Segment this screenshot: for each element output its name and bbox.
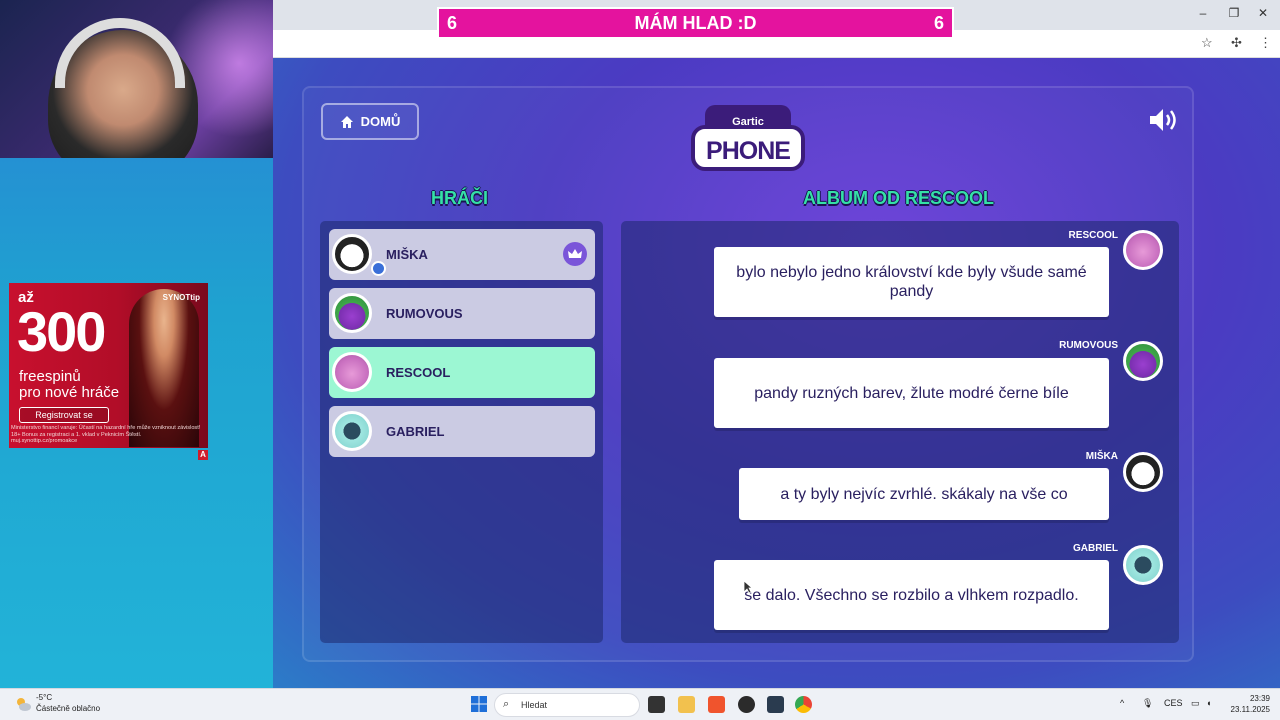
speaker-icon[interactable] bbox=[1148, 106, 1180, 134]
panda-avatar bbox=[332, 234, 372, 274]
windows-start-icon[interactable] bbox=[471, 696, 487, 712]
weather-description: Částečně oblačno bbox=[36, 704, 101, 713]
clock-date: 23.11.2025 bbox=[1230, 705, 1270, 714]
gartic-phone-logo: Gartic PHONE bbox=[687, 103, 809, 176]
album-author: RESCOOL bbox=[1068, 230, 1118, 241]
file-explorer-icon[interactable] bbox=[678, 696, 695, 713]
app-icon[interactable] bbox=[767, 696, 784, 713]
robot-avatar bbox=[332, 411, 372, 451]
album-entry: pandy ruzných barev, žlute modré černe b… bbox=[714, 358, 1109, 428]
bookmark-star-icon[interactable]: ☆ bbox=[1201, 35, 1213, 51]
system-clock[interactable]: 23:39 23.11.2025 bbox=[1228, 693, 1270, 715]
green-monster-avatar bbox=[332, 293, 372, 333]
search-placeholder: Hledat bbox=[521, 700, 548, 710]
banner-title: MÁM HLAD :D bbox=[634, 13, 757, 33]
home-button[interactable]: DOMŮ bbox=[321, 103, 419, 140]
mouse-cursor-icon bbox=[743, 580, 753, 594]
restore-icon[interactable]: ❐ bbox=[1224, 6, 1244, 20]
advertisement[interactable]: až 300 SYNOTtip freespinů pro nové hráče… bbox=[9, 283, 208, 448]
weather-temperature: -5°C bbox=[36, 693, 53, 702]
ad-brand: SYNOTtip bbox=[162, 293, 200, 302]
home-button-label: DOMŮ bbox=[360, 114, 401, 129]
player-row-gabriel[interactable]: GABRIEL bbox=[329, 406, 595, 457]
green-monster-avatar bbox=[1123, 341, 1163, 381]
player-name: MIŠKA bbox=[386, 247, 428, 262]
home-icon bbox=[340, 115, 353, 128]
player-name: GABRIEL bbox=[386, 424, 445, 439]
album-author: GABRIEL bbox=[1073, 543, 1118, 554]
volume-icon[interactable]: ◖ bbox=[1206, 698, 1211, 708]
ad-badge: A bbox=[198, 450, 208, 460]
network-icon[interactable]: ▭ bbox=[1191, 698, 1200, 709]
taskbar: -5°C Částečně oblačno ⌕ Hledat ^ 🎙 CES ▭… bbox=[0, 688, 1280, 720]
banner-right-count: 6 bbox=[933, 13, 944, 33]
player-name: RESCOOL bbox=[386, 365, 451, 380]
players-heading: HRÁČI bbox=[431, 188, 488, 208]
crown-icon bbox=[563, 242, 587, 266]
player-row-miska[interactable]: MIŠKA bbox=[329, 229, 595, 280]
brave-browser-icon[interactable] bbox=[708, 696, 725, 713]
language-indicator[interactable]: CES bbox=[1164, 698, 1183, 708]
tray-chevron-icon[interactable]: ^ bbox=[1120, 698, 1124, 708]
search-icon: ⌕ bbox=[503, 698, 510, 710]
extensions-icon[interactable]: ✣ bbox=[1231, 35, 1242, 51]
album-author: RUMOVOUS bbox=[1059, 340, 1118, 351]
player-name: RUMOVOUS bbox=[386, 306, 463, 321]
ad-fine-print: Ministerstvo financí varuje: Účastí na h… bbox=[11, 425, 201, 444]
close-icon[interactable]: ✕ bbox=[1253, 6, 1273, 20]
host-badge-icon bbox=[371, 261, 386, 276]
minimize-icon[interactable]: – bbox=[1193, 6, 1213, 20]
ad-figure bbox=[129, 289, 199, 447]
webcam-overlay bbox=[0, 0, 273, 158]
player-row-rescool[interactable]: RESCOOL bbox=[329, 347, 595, 398]
pink-monster-avatar bbox=[332, 352, 372, 392]
ad-register-button[interactable]: Registrovat se bbox=[19, 407, 109, 423]
task-view-icon[interactable] bbox=[648, 696, 665, 713]
panda-avatar bbox=[1123, 452, 1163, 492]
weather-cloud-icon[interactable] bbox=[14, 695, 32, 713]
album-entry: se dalo. Všechno se rozbilo a vlhkem roz… bbox=[714, 560, 1109, 630]
robot-avatar bbox=[1123, 545, 1163, 585]
menu-dots-icon[interactable]: ⋮ bbox=[1259, 35, 1272, 51]
player-row-rumovous[interactable]: RUMOVOUS bbox=[329, 288, 595, 339]
obs-icon[interactable] bbox=[738, 696, 755, 713]
ad-line-2: pro nové hráče bbox=[19, 384, 120, 401]
pink-monster-avatar bbox=[1123, 230, 1163, 270]
chrome-icon[interactable] bbox=[795, 696, 812, 713]
logo-big-text: PHONE bbox=[706, 137, 791, 165]
ad-amount: 300 bbox=[17, 300, 106, 363]
taskbar-search-input[interactable]: ⌕ Hledat bbox=[494, 693, 640, 717]
clock-time: 23:39 bbox=[1249, 694, 1270, 703]
album-entry: a ty byly nejvíc zvrhlé. skákaly na vše … bbox=[739, 468, 1109, 520]
album-entry: bylo nebylo jedno království kde byly vš… bbox=[714, 247, 1109, 317]
stream-banner: 6 MÁM HLAD :D 6 bbox=[437, 7, 954, 39]
album-author: MIŠKA bbox=[1085, 451, 1118, 462]
ad-line-1: freespinů bbox=[19, 368, 81, 385]
album-heading: ALBUM OD RESCOOL bbox=[803, 188, 994, 208]
microphone-icon[interactable]: 🎙 bbox=[1142, 698, 1153, 709]
